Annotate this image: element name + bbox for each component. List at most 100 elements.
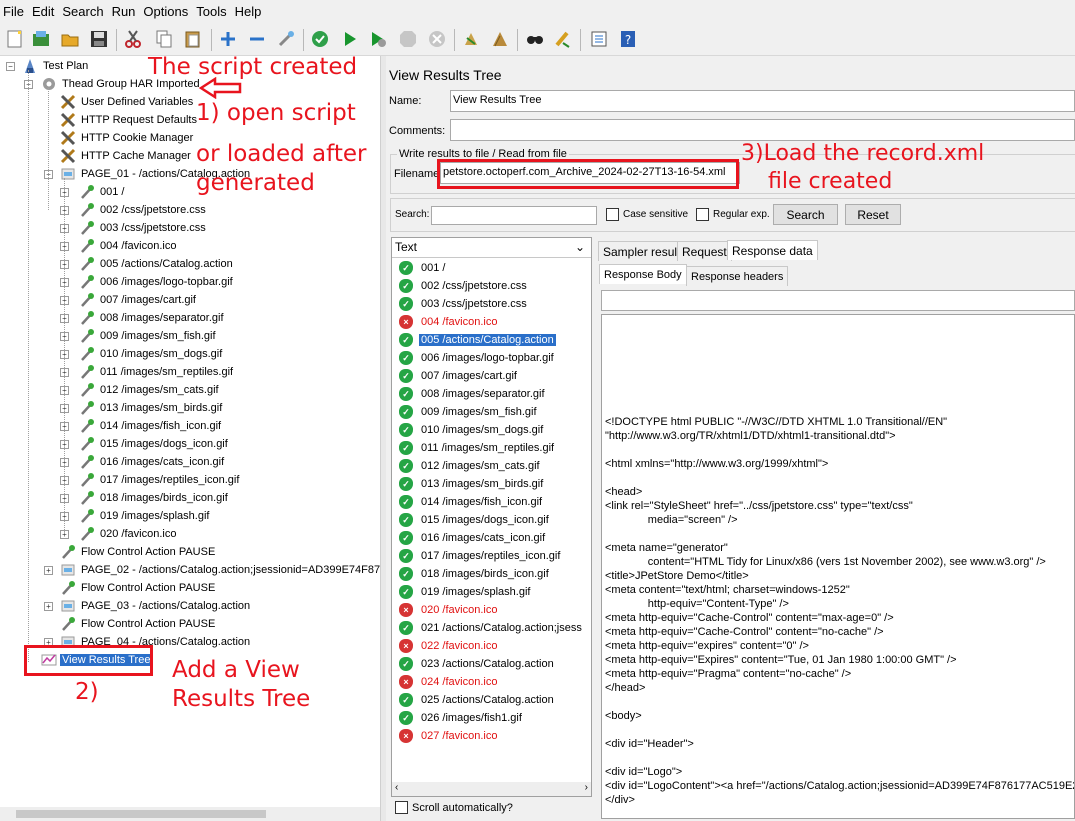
start-icon[interactable]: [338, 27, 362, 51]
tree-node[interactable]: Flow Control Action PAUSE: [44, 543, 217, 561]
result-row[interactable]: ✓ 021 /actions/Catalog.action;jsess: [399, 619, 584, 637]
result-row[interactable]: ✓ 002 /css/jpetstore.css: [399, 277, 529, 295]
shutdown-icon[interactable]: [425, 27, 449, 51]
tree-node[interactable]: Flow Control Action PAUSE: [44, 579, 217, 597]
tab-response-body[interactable]: Response Body: [599, 264, 687, 284]
tree-node[interactable]: Flow Control Action PAUSE: [44, 615, 217, 633]
tree-horizontal-scrollbar[interactable]: [0, 807, 380, 821]
menu-item-options[interactable]: Options: [139, 0, 192, 24]
tree-node[interactable]: + PAGE_02 - /actions/Catalog.action;jsess…: [44, 561, 380, 579]
tree-node[interactable]: + PAGE_03 - /actions/Catalog.action: [44, 597, 252, 615]
result-row[interactable]: ✓ 010 /images/sm_dogs.gif: [399, 421, 545, 439]
tree-node[interactable]: +005 /actions/Catalog.action: [60, 255, 235, 273]
checkbox-box[interactable]: [395, 801, 408, 814]
tree-node[interactable]: +009 /images/sm_fish.gif: [60, 327, 218, 345]
result-row[interactable]: ✓ 009 /images/sm_fish.gif: [399, 403, 539, 421]
menu-item-tools[interactable]: Tools: [192, 0, 230, 24]
tree-node[interactable]: +002 /css/jpetstore.css: [60, 201, 208, 219]
menu-item-edit[interactable]: Edit: [28, 0, 58, 24]
toggle-icon[interactable]: [274, 27, 298, 51]
copy-icon[interactable]: [152, 27, 176, 51]
tree-node[interactable]: +018 /images/birds_icon.gif: [60, 489, 230, 507]
result-row[interactable]: ✓ 018 /images/birds_icon.gif: [399, 565, 551, 583]
search-input[interactable]: [431, 206, 597, 225]
result-row[interactable]: ✓ 003 /css/jpetstore.css: [399, 295, 529, 313]
tab-response-headers[interactable]: Response headers: [686, 266, 789, 286]
clear-icon[interactable]: [459, 27, 483, 51]
paste-icon[interactable]: [181, 27, 205, 51]
clear-all-icon[interactable]: [488, 27, 512, 51]
tree-node[interactable]: +020 /favicon.ico: [60, 525, 178, 543]
tree-node[interactable]: User Defined Variables: [44, 93, 195, 111]
tab-response-data[interactable]: Response data: [727, 240, 818, 260]
search-button[interactable]: Search: [773, 204, 838, 225]
result-row[interactable]: ✓ 008 /images/separator.gif: [399, 385, 547, 403]
result-row[interactable]: ✓ 017 /images/reptiles_icon.gif: [399, 547, 562, 565]
result-row[interactable]: × 024 /favicon.ico: [399, 673, 499, 691]
function-helper-icon[interactable]: [587, 27, 611, 51]
regular-exp-checkbox[interactable]: Regular exp.: [696, 208, 770, 221]
tree-node[interactable]: HTTP Cache Manager: [44, 147, 193, 165]
chevron-right-icon[interactable]: ›: [585, 782, 588, 793]
menu-item-help[interactable]: Help: [231, 0, 266, 24]
result-row[interactable]: ✓ 016 /images/cats_icon.gif: [399, 529, 547, 547]
tree-node[interactable]: +007 /images/cart.gif: [60, 291, 198, 309]
result-row[interactable]: ✓ 015 /images/dogs_icon.gif: [399, 511, 551, 529]
tree-node[interactable]: +011 /images/sm_reptiles.gif: [60, 363, 235, 381]
result-row[interactable]: ✓ 001 /: [399, 259, 447, 277]
tree-node[interactable]: +016 /images/cats_icon.gif: [60, 453, 226, 471]
reset-button[interactable]: Reset: [845, 204, 901, 225]
results-list[interactable]: Text ⌄ ✓ 001 / ✓ 002 /css/jpetstore.css ✓ 003 …: [391, 237, 592, 797]
search-icon[interactable]: [523, 27, 547, 51]
tree-node[interactable]: +015 /images/dogs_icon.gif: [60, 435, 230, 453]
case-sensitive-checkbox[interactable]: Case sensitive: [606, 208, 688, 221]
result-row[interactable]: ✓ 014 /images/fish_icon.gif: [399, 493, 544, 511]
result-row[interactable]: ✓ 013 /images/sm_birds.gif: [399, 475, 545, 493]
tab-sampler-result[interactable]: Sampler result: [598, 241, 686, 261]
help-icon[interactable]: ?: [616, 27, 640, 51]
checkbox-box[interactable]: [606, 208, 619, 221]
tree-node[interactable]: +019 /images/splash.gif: [60, 507, 211, 525]
result-row[interactable]: ✓ 005 /actions/Catalog.action: [399, 331, 556, 349]
tree-node[interactable]: +012 /images/sm_cats.gif: [60, 381, 221, 399]
result-row[interactable]: ✓ 026 /images/fish1.gif: [399, 709, 524, 727]
response-body-text-area[interactable]: <!DOCTYPE html PUBLIC "-//W3C//DTD XHTML…: [601, 314, 1075, 819]
menu-item-run[interactable]: Run: [108, 0, 140, 24]
tree-node[interactable]: +017 /images/reptiles_icon.gif: [60, 471, 241, 489]
result-row[interactable]: ✓ 023 /actions/Catalog.action: [399, 655, 556, 673]
result-row[interactable]: ✓ 007 /images/cart.gif: [399, 367, 519, 385]
menu-item-search[interactable]: Search: [58, 0, 107, 24]
expand-toggle-icon[interactable]: +: [44, 565, 53, 575]
tree-node[interactable]: +010 /images/sm_dogs.gif: [60, 345, 224, 363]
result-row[interactable]: ✓ 025 /actions/Catalog.action: [399, 691, 556, 709]
tree-node[interactable]: +001 /: [60, 183, 126, 201]
comments-field[interactable]: [450, 119, 1075, 141]
response-search-field[interactable]: [601, 290, 1075, 311]
tree-node[interactable]: +003 /css/jpetstore.css: [60, 219, 208, 237]
start-icon-check[interactable]: [308, 27, 332, 51]
result-row[interactable]: × 004 /favicon.ico: [399, 313, 499, 331]
chevron-left-icon[interactable]: ‹: [395, 782, 398, 793]
collapse-toggle-icon[interactable]: −: [6, 61, 15, 71]
cut-icon[interactable]: [121, 27, 145, 51]
reset-search-icon[interactable]: [551, 27, 575, 51]
results-horizontal-scrollbar[interactable]: ‹ ›: [392, 782, 591, 796]
tree-node[interactable]: +006 /images/logo-topbar.gif: [60, 273, 235, 291]
result-row[interactable]: ✓ 011 /images/sm_reptiles.gif: [399, 439, 556, 457]
scroll-automatically-checkbox[interactable]: Scroll automatically?: [395, 801, 513, 814]
tree-node[interactable]: +004 /favicon.ico: [60, 237, 178, 255]
tab-request[interactable]: Request: [677, 241, 732, 261]
expand-icon[interactable]: [216, 27, 240, 51]
start-no-timers-icon[interactable]: [366, 27, 390, 51]
open-icon[interactable]: [58, 27, 82, 51]
tree-node[interactable]: +014 /images/fish_icon.gif: [60, 417, 223, 435]
stop-icon[interactable]: [396, 27, 420, 51]
tree-node[interactable]: − Test Plan: [6, 57, 90, 75]
expand-toggle-icon[interactable]: +: [44, 601, 53, 611]
renderer-select[interactable]: Text ⌄: [392, 238, 591, 258]
name-field[interactable]: View Results Tree: [450, 90, 1075, 112]
result-row[interactable]: ✓ 019 /images/splash.gif: [399, 583, 532, 601]
chevron-down-icon[interactable]: ⌄: [575, 240, 585, 254]
save-icon[interactable]: [87, 27, 111, 51]
tree-node[interactable]: HTTP Cookie Manager: [44, 129, 195, 147]
